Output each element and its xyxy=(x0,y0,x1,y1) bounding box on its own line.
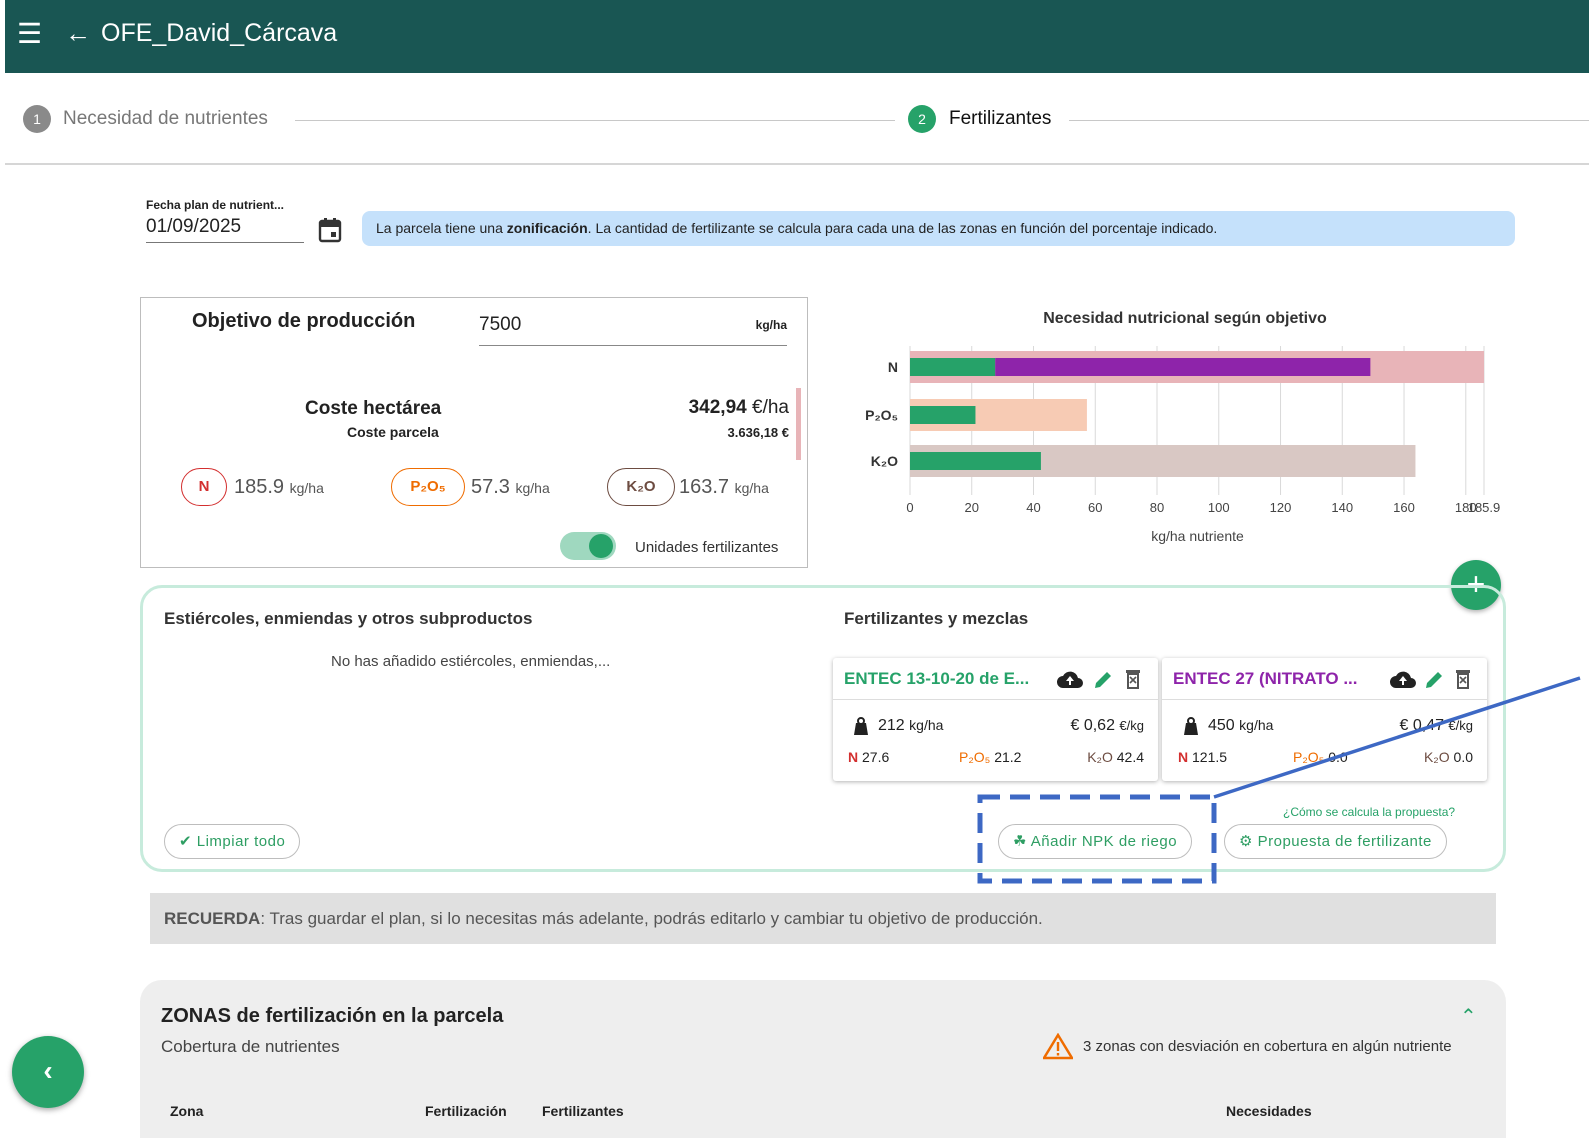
x-tick-label: 0 xyxy=(906,500,913,515)
production-unit: kg/ha xyxy=(755,318,787,332)
delete-icon[interactable] xyxy=(1455,668,1471,690)
step-2-label[interactable]: Fertilizantes xyxy=(949,107,1051,131)
category-label: P₂O₅ xyxy=(865,407,898,423)
manures-title: Estiércoles, enmiendas y otros subproduc… xyxy=(164,609,533,628)
contribution-bar xyxy=(910,358,996,376)
menu-icon[interactable]: ☰ xyxy=(17,20,42,48)
fertilizer-n: N 121.5 xyxy=(1178,749,1228,765)
stepper: 1 Necesidad de nutrientes 2 Fertilizante… xyxy=(5,73,1589,165)
zones-title: ZONAS de fertilización en la parcela xyxy=(161,1005,504,1027)
cloud-upload-icon[interactable] xyxy=(1057,668,1083,690)
step-connector-end xyxy=(1069,120,1589,121)
broom-icon: ✔ xyxy=(179,833,193,850)
contribution-bar xyxy=(995,358,1371,376)
contribution-bar xyxy=(910,406,976,424)
production-target-label: Objetivo de producción xyxy=(192,310,416,332)
app-bar: ☰ ← OFE_David_Cárcava xyxy=(5,0,1589,73)
fertilizer-p: P₂O₅ 0.0 xyxy=(1293,749,1348,765)
fertilizer-k: K₂O 42.4 xyxy=(1087,749,1144,765)
watering-can-icon: ☘ xyxy=(1013,833,1027,850)
step-2-number[interactable]: 2 xyxy=(908,105,936,133)
cost-plot-value: 3.636,18 € xyxy=(727,425,789,440)
production-target-input[interactable]: 7500 kg/ha xyxy=(479,312,787,346)
column-fertilizantes: Fertilizantes xyxy=(542,1103,624,1119)
fertilizer-price: € 0,47 €/kg xyxy=(1399,717,1473,734)
manures-empty-text: No has añadido estiércoles, enmiendas,..… xyxy=(331,653,611,670)
fertilizer-price: € 0,62 €/kg xyxy=(1070,717,1144,734)
fertilizer-dose: 450 kg/ha xyxy=(1208,717,1274,734)
x-tick-label: 120 xyxy=(1270,500,1292,515)
chart-xlabel: kg/ha nutriente xyxy=(1151,528,1244,544)
x-tick-label: 160 xyxy=(1393,500,1415,515)
reminder-banner: RECUERDA: Tras guardar el plan, si lo ne… xyxy=(150,893,1496,944)
annotation-overlay xyxy=(977,676,1581,884)
production-card: Objetivo de producción 7500 kg/ha Coste … xyxy=(140,297,808,568)
column-fertilizacion: Fertilización xyxy=(425,1103,507,1119)
cost-plot-label: Coste parcela xyxy=(347,424,439,440)
edit-icon[interactable] xyxy=(1424,668,1444,690)
category-label: N xyxy=(888,359,898,375)
collapse-chevron-icon[interactable]: ⌃ xyxy=(1460,1004,1477,1029)
edit-icon[interactable] xyxy=(1093,668,1113,690)
contribution-bar xyxy=(910,452,1041,470)
zones-panel: ZONAS de fertilización en la parcela Cob… xyxy=(140,980,1506,1138)
zonification-info-banner: La parcela tiene una zonificación. La ca… xyxy=(362,211,1515,246)
x-tick-label: 140 xyxy=(1331,500,1353,515)
cost-indicator-bar xyxy=(796,388,801,460)
clear-all-button[interactable]: ✔ Limpiar todo xyxy=(164,824,301,859)
gear-icon: ⚙ xyxy=(1239,833,1253,850)
fertilizer-units-toggle[interactable] xyxy=(560,532,616,560)
fertilizer-k: K₂O 0.0 xyxy=(1423,749,1473,765)
chart-svg: 0 20 40 60 80 100 120 140 160 180185.9NP₂O₅K₂O xyxy=(865,346,1501,515)
x-tick-label: 20 xyxy=(965,500,979,515)
x-tick-label: 60 xyxy=(1088,500,1102,515)
category-label: K₂O xyxy=(871,453,898,469)
nutrient-n-value: 185.9 kg/ha xyxy=(234,476,324,498)
nutrient-k2o-value: 163.7 kg/ha xyxy=(679,476,769,498)
collapse-panel-fab[interactable]: ‹ xyxy=(12,1036,84,1108)
zones-warning-text: 3 zonas con desviación en cobertura en a… xyxy=(1083,1038,1452,1055)
toggle-knob xyxy=(589,534,613,558)
step-connector xyxy=(295,120,895,121)
zones-subtitle: Cobertura de nutrientes xyxy=(161,1037,340,1056)
back-arrow-icon[interactable]: ← xyxy=(65,18,91,48)
fertilizer-n: N 27.6 xyxy=(848,749,890,765)
delete-icon[interactable] xyxy=(1125,668,1141,690)
cost-ha-label: Coste hectárea xyxy=(305,398,442,419)
x-tick-label: 40 xyxy=(1026,500,1040,515)
nutrient-p2o5-value: 57.3 kg/ha xyxy=(471,476,550,498)
column-necesidades: Necesidades xyxy=(1226,1103,1312,1119)
nutrient-chip-p2o5: P₂O₅ xyxy=(391,468,465,506)
cloud-upload-icon[interactable] xyxy=(1390,668,1416,690)
fertilizer-dose: 212 kg/ha xyxy=(878,717,944,734)
column-zona: Zona xyxy=(170,1103,204,1119)
nutrient-chip-k2o: K₂O xyxy=(607,468,675,506)
page-title: OFE_David_Cárcava xyxy=(101,19,338,47)
fertilizers-title: Fertilizantes y mezclas xyxy=(844,609,1029,628)
fertilizer-name: ENTEC 27 (NITRATO ... xyxy=(1162,658,1487,700)
cost-ha-value: 342,94 €/ha xyxy=(688,397,789,418)
fertilizer-card-entec-27[interactable]: ENTEC 27 (NITRATO ... 450 kg/ha € 0,47 €… xyxy=(1162,658,1487,781)
x-tick-label: 80 xyxy=(1150,500,1164,515)
fertilizer-proposal-button[interactable]: ⚙ Propuesta de fertilizante xyxy=(1224,824,1447,859)
weight-icon xyxy=(854,717,868,735)
calendar-icon[interactable] xyxy=(318,217,342,243)
step-1-label[interactable]: Necesidad de nutrientes xyxy=(63,107,268,131)
nutrient-chip-n: N xyxy=(181,468,227,506)
how-proposal-link[interactable]: ¿Cómo se calcula la propuesta? xyxy=(1283,805,1455,819)
x-tick-label: 185.9 xyxy=(1468,500,1501,515)
plan-date-field[interactable]: 01/09/2025 xyxy=(146,216,304,243)
fertilizer-p: P₂O₅ 21.2 xyxy=(959,749,1022,765)
fertilizer-units-label: Unidades fertilizantes xyxy=(635,539,779,556)
fertilizer-card-entec-13-10-20[interactable]: ENTEC 13-10-20 de E... 212 kg/ha € 0,62 … xyxy=(833,658,1158,781)
weight-icon xyxy=(1184,717,1198,735)
warning-icon xyxy=(1043,1033,1073,1060)
x-tick-label: 100 xyxy=(1208,500,1230,515)
plan-date-label: Fecha plan de nutrient... xyxy=(146,198,285,212)
nutrient-chart: Necesidad nutricional según objetivo 0 20… xyxy=(820,300,1580,560)
fertilizer-name: ENTEC 13-10-20 de E... xyxy=(833,658,1158,700)
add-npk-irrigation-button[interactable]: ☘ Añadir NPK de riego xyxy=(998,824,1193,859)
step-1-number[interactable]: 1 xyxy=(23,105,51,133)
